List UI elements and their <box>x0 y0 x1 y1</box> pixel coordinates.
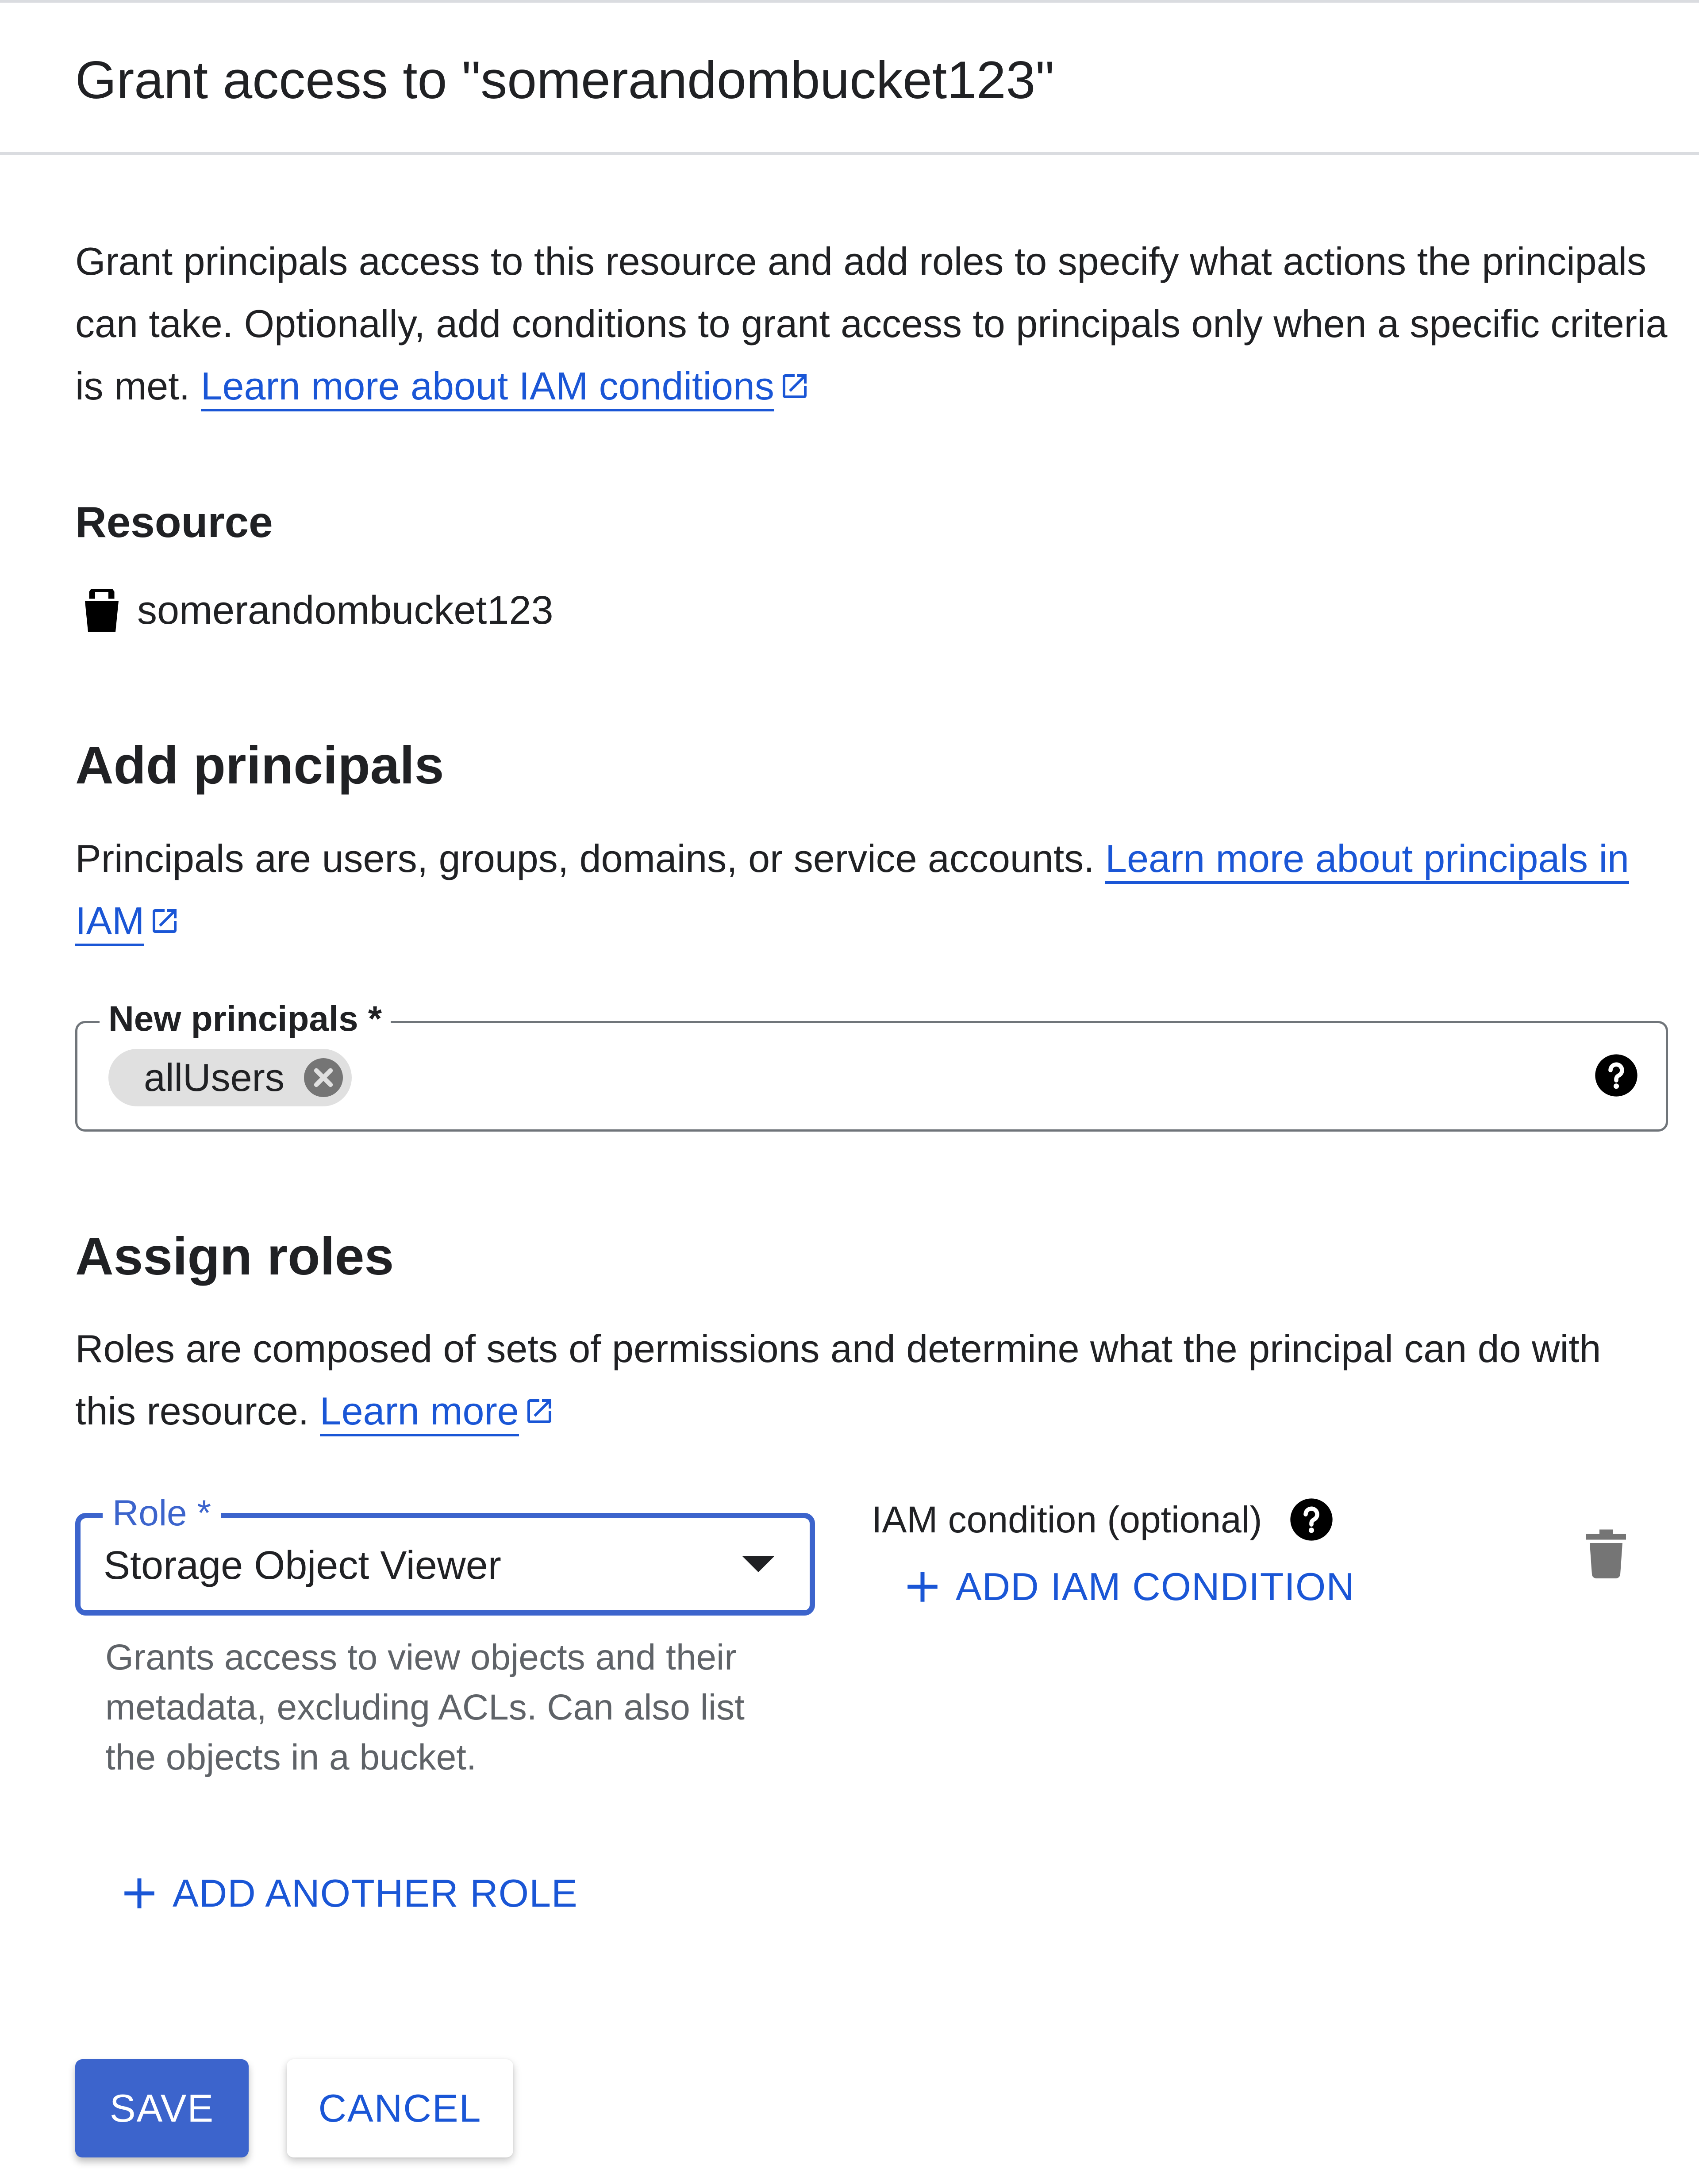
dropdown-arrow-icon[interactable] <box>742 1556 774 1572</box>
principal-chip: allUsers <box>108 1049 352 1106</box>
principals-description: Principals are users, groups, domains, o… <box>75 827 1668 952</box>
resource-heading: Resource <box>75 498 273 546</box>
roles-description: Roles are composed of sets of permission… <box>75 1317 1668 1442</box>
add-another-role-label: ADD ANOTHER ROLE <box>173 1871 578 1915</box>
iam-condition-text: IAM condition (optional) <box>872 1499 1262 1540</box>
bucket-icon <box>85 589 119 632</box>
role-value: Storage Object Viewer <box>104 1543 501 1588</box>
resource-row: somerandombucket123 <box>75 584 554 637</box>
assign-roles-heading: Assign roles <box>75 1227 394 1286</box>
cancel-button[interactable]: CANCEL <box>287 2059 513 2157</box>
plus-icon <box>907 1572 938 1602</box>
add-another-role-button[interactable]: ADD ANOTHER ROLE <box>119 1869 578 1918</box>
add-iam-condition-button[interactable]: ADD IAM CONDITION <box>903 1562 1355 1611</box>
help-circle-icon[interactable] <box>1593 1052 1639 1098</box>
add-iam-condition-label: ADD IAM CONDITION <box>956 1565 1355 1608</box>
trash-icon[interactable] <box>1584 1528 1628 1579</box>
roles-link-label: Learn more <box>319 1389 519 1433</box>
role-label: Role * <box>103 1489 221 1538</box>
roles-desc-body: Roles are composed of sets of permission… <box>75 1327 1601 1433</box>
cancel-circle-icon[interactable] <box>302 1056 345 1099</box>
iam-conditions-link[interactable]: Learn more about IAM conditions <box>200 364 774 411</box>
add-principals-heading: Add principals <box>75 736 444 795</box>
iam-conditions-link-label: Learn more about IAM conditions <box>200 364 774 408</box>
principal-chip-label: allUsers <box>144 1056 284 1099</box>
external-link-icon <box>527 1399 551 1423</box>
save-button[interactable]: SAVE <box>75 2059 249 2157</box>
iam-condition-label: IAM condition (optional) <box>872 1495 1334 1544</box>
help-circle-icon[interactable] <box>1288 1497 1334 1543</box>
resource-name: somerandombucket123 <box>137 588 554 633</box>
role-description: Grants access to view objects and their … <box>105 1637 745 1777</box>
dialog-header: Grant access to "somerandombucket123" <box>0 3 1699 155</box>
external-link-icon <box>782 374 807 398</box>
intro-text: Grant principals access to this resource… <box>75 230 1668 417</box>
new-principals-input[interactable]: New principals * allUsers <box>75 997 1668 1132</box>
plus-icon <box>124 1878 154 1908</box>
external-link-icon <box>153 909 177 933</box>
new-principals-label: New principals * <box>100 997 391 1041</box>
role-select[interactable]: Role * Storage Object Viewer <box>75 1489 815 1616</box>
principals-desc-body: Principals are users, groups, domains, o… <box>75 837 1106 880</box>
roles-learn-more-link[interactable]: Learn more <box>319 1389 519 1436</box>
dialog-title: Grant access to "somerandombucket123" <box>75 50 1054 110</box>
